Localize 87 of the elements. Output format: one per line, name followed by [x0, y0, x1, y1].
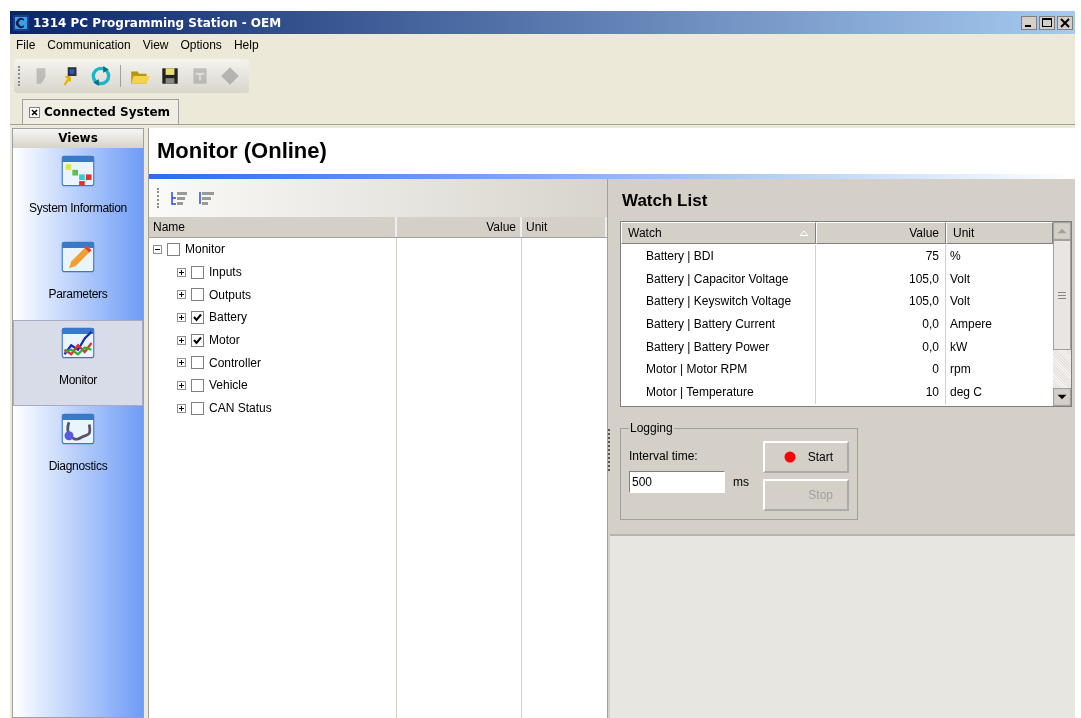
table-cell: 0 — [932, 362, 939, 377]
start-button[interactable]: Start — [763, 441, 849, 473]
table-cell: rpm — [950, 362, 971, 377]
tree-item[interactable]: Vehicle — [209, 378, 248, 393]
tree-item[interactable]: Motor — [209, 333, 240, 348]
table-cell: Battery | Battery Power — [646, 339, 770, 354]
tree-item[interactable]: Battery — [209, 310, 247, 325]
scroll-thumb[interactable] — [1053, 240, 1071, 350]
table-cell: Ampere — [950, 317, 993, 332]
scrollbar[interactable] — [1053, 222, 1071, 406]
record-icon — [783, 451, 796, 463]
app-icon — [13, 14, 29, 31]
checkbox[interactable] — [167, 242, 180, 256]
sidebar-item[interactable]: Parameters — [13, 234, 143, 320]
table-cell: deg C — [950, 385, 983, 400]
document-tab[interactable]: Connected System — [22, 99, 180, 124]
collapse-tree-icon[interactable] — [197, 190, 217, 206]
sidebar-title: Views — [13, 129, 143, 148]
refresh-icon[interactable] — [90, 65, 112, 87]
menu-item[interactable]: Help — [227, 37, 265, 52]
minimize-icon[interactable] — [1021, 15, 1037, 30]
expand-icon[interactable] — [177, 335, 186, 345]
stethoscope-icon — [60, 411, 96, 447]
table-cell: kW — [950, 339, 968, 354]
menu-item[interactable]: Options — [174, 37, 228, 52]
tree-item[interactable]: Monitor — [185, 242, 225, 257]
unit-label: ms — [733, 475, 749, 489]
table-cell: 0,0 — [922, 317, 939, 332]
column-header[interactable]: Watch — [621, 222, 816, 244]
checkbox[interactable] — [191, 288, 204, 302]
checkbox[interactable] — [191, 356, 204, 370]
group-title: Logging — [629, 421, 674, 435]
section-title: Watch List — [622, 191, 709, 211]
expand-icon[interactable] — [177, 267, 186, 277]
maximize-icon[interactable] — [1039, 15, 1055, 30]
close-icon[interactable] — [29, 106, 40, 118]
table-cell: Battery | Keyswitch Voltage — [646, 294, 792, 309]
table-cell: Battery | Battery Current — [646, 317, 776, 332]
table-cell: 105,0 — [908, 294, 939, 309]
table-cell: % — [950, 249, 961, 264]
scroll-down-icon[interactable] — [1053, 388, 1071, 406]
tree-item[interactable]: Outputs — [209, 287, 252, 302]
table-cell: Battery | Capacitor Voltage — [646, 271, 789, 286]
floppy-icon[interactable] — [159, 65, 181, 87]
column-header[interactable]: Value — [816, 222, 946, 244]
interval-field[interactable]: 500 — [629, 471, 725, 493]
table-cell: Battery | BDI — [646, 249, 714, 264]
diagram-icon — [60, 153, 96, 189]
expand-icon[interactable] — [177, 403, 186, 413]
column-header[interactable]: Value — [397, 217, 522, 237]
expand-icon[interactable] — [177, 358, 186, 368]
table-cell: 0,0 — [922, 339, 939, 354]
column-header[interactable]: Name — [149, 217, 397, 237]
checkbox[interactable] — [191, 378, 204, 392]
table-cell: 75 — [925, 249, 939, 264]
sidebar-item[interactable]: Diagnostics — [13, 406, 143, 492]
field-label: Interval time: — [629, 449, 699, 463]
collapse-icon[interactable] — [153, 244, 162, 254]
column-header[interactable]: Unit — [946, 222, 1053, 244]
checkbox[interactable] — [191, 401, 204, 415]
expand-icon[interactable] — [177, 380, 186, 390]
expand-icon[interactable] — [177, 290, 186, 300]
table-cell: 10 — [925, 385, 939, 400]
menu-item[interactable]: File — [10, 37, 42, 52]
table-cell: Motor | Motor RPM — [646, 362, 748, 377]
menu-item[interactable]: View — [136, 37, 175, 52]
checkbox[interactable] — [191, 333, 204, 347]
checkbox[interactable] — [191, 265, 204, 279]
tree-item[interactable]: Inputs — [209, 265, 242, 280]
table-cell: Motor | Temperature — [646, 385, 754, 400]
sidebar-item[interactable]: Monitor — [13, 320, 143, 406]
checkbox[interactable] — [191, 310, 204, 324]
table-cell: 105,0 — [908, 271, 939, 286]
page-title: Monitor (Online) — [157, 138, 327, 164]
table-cell: Volt — [950, 271, 970, 286]
menu-item[interactable]: Communication — [41, 37, 137, 52]
tree-item[interactable]: Controller — [209, 355, 262, 370]
expand-tree-icon[interactable] — [169, 190, 189, 206]
chart-icon — [60, 325, 96, 361]
sort-icon — [799, 230, 809, 236]
sidebar-item[interactable]: System Information — [13, 148, 143, 234]
close-icon[interactable] — [1057, 15, 1073, 30]
tree-item[interactable]: CAN Status — [209, 401, 272, 416]
table-cell: Volt — [950, 294, 970, 309]
expand-icon[interactable] — [177, 312, 186, 322]
window-title: 1314 PC Programming Station - OEM — [33, 15, 282, 30]
pencil-icon — [60, 239, 96, 275]
